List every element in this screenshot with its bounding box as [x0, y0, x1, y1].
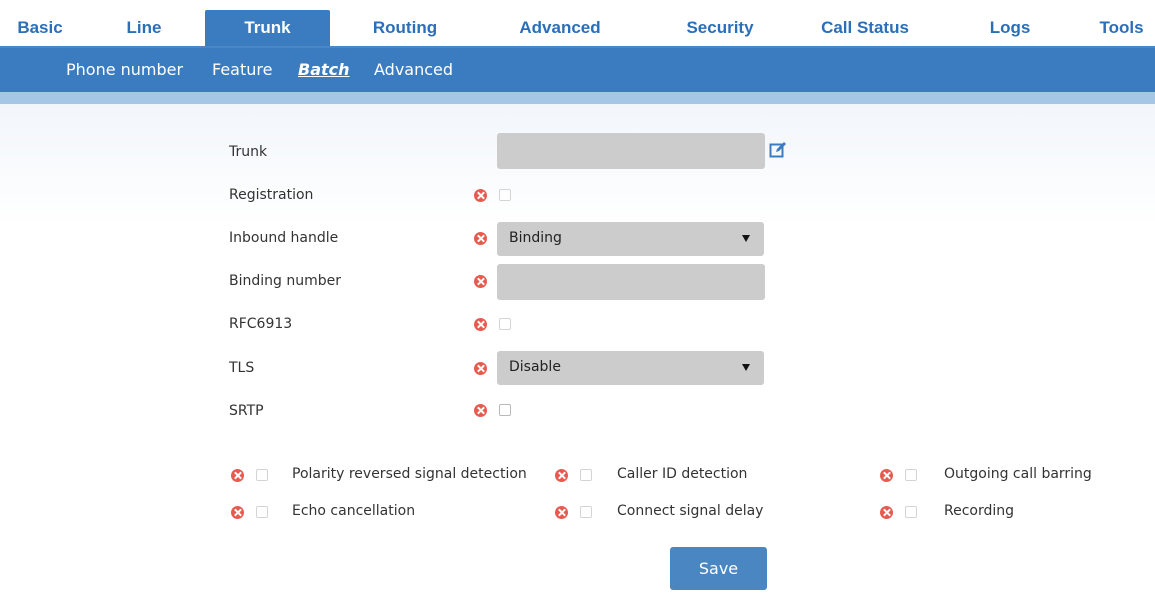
srtp-checkbox[interactable]: [499, 404, 511, 416]
recording-label: Recording: [944, 503, 1015, 519]
save-button[interactable]: Save: [670, 547, 767, 590]
tls-value: Disable: [509, 359, 561, 375]
main-content: [0, 104, 1155, 595]
subnav-phone-number[interactable]: Phone number: [66, 60, 183, 79]
binding-number-field[interactable]: [497, 264, 765, 300]
trunk-label: Trunk: [229, 144, 268, 160]
registration-label: Registration: [229, 187, 314, 203]
subnav-batch[interactable]: Batch: [298, 60, 350, 79]
caller-id-label: Caller ID detection: [617, 466, 748, 482]
nav-line[interactable]: Line: [110, 10, 178, 46]
polarity-label: Polarity reversed signal detection: [292, 466, 527, 482]
rfc-label: RFC6913: [229, 316, 293, 332]
edit-icon[interactable]: [769, 141, 787, 159]
echo-label: Echo cancellation: [292, 503, 416, 519]
nav-logs[interactable]: Logs: [975, 10, 1045, 46]
error-icon: [474, 232, 487, 245]
nav-routing[interactable]: Routing: [350, 10, 460, 46]
subnav-advanced[interactable]: Advanced: [374, 60, 453, 79]
error-icon: [880, 506, 893, 519]
nav-call-status[interactable]: Call Status: [800, 10, 930, 46]
error-icon: [231, 469, 244, 482]
tls-label: TLS: [229, 360, 255, 376]
connect-delay-label: Connect signal delay: [617, 503, 764, 519]
rfc-checkbox[interactable]: [499, 318, 511, 330]
error-icon: [474, 189, 487, 202]
subnav-feature[interactable]: Feature: [212, 60, 272, 79]
nav-advanced[interactable]: Advanced: [495, 10, 625, 46]
nav-security[interactable]: Security: [655, 10, 785, 46]
header-divider: [0, 92, 1155, 104]
registration-checkbox[interactable]: [499, 189, 511, 201]
trunk-field[interactable]: [497, 133, 765, 169]
triangle-down-icon: [742, 364, 750, 371]
triangle-down-icon: [742, 235, 750, 242]
srtp-label: SRTP: [229, 403, 264, 419]
inbound-handle-select[interactable]: Binding: [497, 222, 764, 256]
error-icon: [474, 318, 487, 331]
inbound-label: Inbound handle: [229, 230, 339, 246]
sub-nav: Phone number Feature Batch Advanced: [0, 48, 1155, 92]
error-icon: [555, 506, 568, 519]
inbound-handle-value: Binding: [509, 230, 562, 246]
error-icon: [555, 469, 568, 482]
caller-id-checkbox[interactable]: [580, 469, 592, 481]
nav-trunk[interactable]: Trunk: [205, 10, 330, 46]
error-icon: [880, 469, 893, 482]
error-icon: [231, 506, 244, 519]
recording-checkbox[interactable]: [905, 506, 917, 518]
echo-checkbox[interactable]: [256, 506, 268, 518]
outgoing-barring-label: Outgoing call barring: [944, 466, 1092, 482]
error-icon: [474, 275, 487, 288]
error-icon: [474, 362, 487, 375]
error-icon: [474, 404, 487, 417]
top-nav: Basic Line Trunk Routing Advanced Securi…: [0, 0, 1155, 48]
binding-label: Binding number: [229, 273, 341, 289]
connect-delay-checkbox[interactable]: [580, 506, 592, 518]
polarity-checkbox[interactable]: [256, 469, 268, 481]
outgoing-barring-checkbox[interactable]: [905, 469, 917, 481]
nav-basic[interactable]: Basic: [0, 10, 80, 46]
nav-tools[interactable]: Tools: [1088, 10, 1155, 46]
tls-select[interactable]: Disable: [497, 351, 764, 385]
